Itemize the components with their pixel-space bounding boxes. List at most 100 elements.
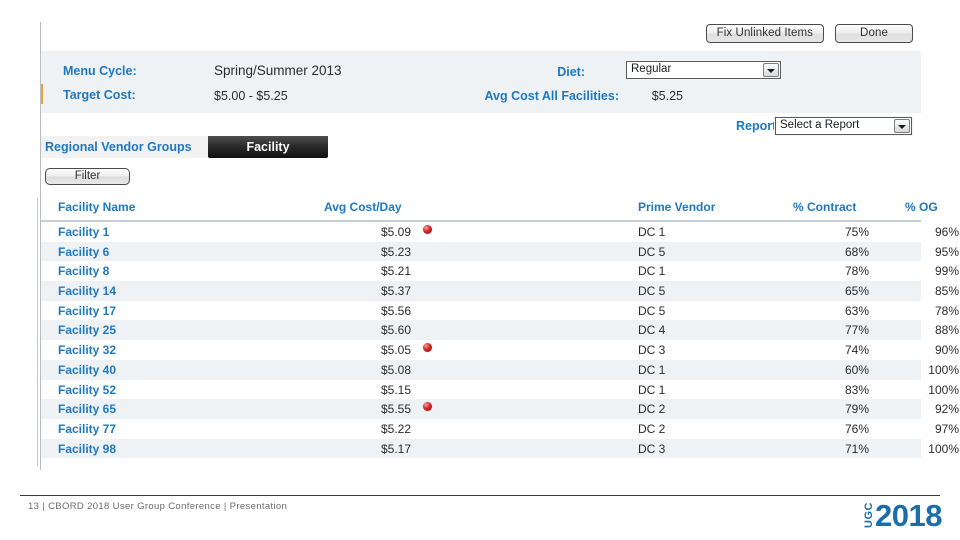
cell-pct-og: 100%: [928, 362, 959, 377]
table-header-row: Facility Name Avg Cost/Day Prime Vendor …: [41, 198, 938, 222]
cell-pct-og: 100%: [928, 382, 959, 397]
table-row[interactable]: Facility 6 $5.23 DC 5 68% 95%: [41, 241, 959, 262]
cell-alert-flag: [423, 363, 439, 372]
cell-pct-contract: 71%: [844, 441, 869, 456]
cell-alert-flag: [423, 422, 439, 431]
cell-prime-vendor: DC 1: [638, 382, 666, 397]
fix-unlinked-items-button[interactable]: Fix Unlinked Items: [705, 24, 824, 43]
column-header-pct-contract[interactable]: % Contract: [793, 200, 856, 214]
column-header-pct-og[interactable]: % OG: [905, 200, 938, 214]
cell-avg-cost-day: $5.37: [380, 284, 411, 299]
tab-underline: [41, 158, 921, 159]
cell-alert-flag: [423, 245, 439, 254]
cell-facility-name: Facility 17: [58, 303, 117, 318]
cell-alert-flag: [423, 442, 439, 451]
cell-avg-cost-day: $5.17: [380, 441, 411, 456]
table-row[interactable]: Facility 52 $5.15 DC 1 83% 100%: [41, 379, 959, 400]
cell-facility-name: Facility 77: [58, 421, 117, 436]
cell-pct-contract: 65%: [844, 284, 869, 299]
cell-pct-contract: 79%: [844, 402, 869, 417]
diet-label: Diet:: [557, 65, 585, 79]
menu-cycle-label: Menu Cycle:: [63, 64, 137, 78]
filter-button[interactable]: Filter: [45, 168, 130, 185]
cell-avg-cost-day: $5.56: [380, 303, 411, 318]
cell-prime-vendor: DC 3: [638, 343, 666, 358]
diet-select[interactable]: Regular: [625, 60, 782, 80]
cell-facility-name: Facility 1: [58, 225, 110, 239]
grid-left-rule: [37, 198, 38, 466]
avg-cost-all-facilities-value: $5.25: [651, 89, 683, 103]
menu-cycle-value: Spring/Summer 2013: [214, 63, 342, 78]
cell-pct-og: 90%: [934, 343, 959, 358]
cell-pct-og: 92%: [934, 402, 959, 417]
table-row[interactable]: Facility 40 $5.08 DC 1 60% 100%: [41, 359, 959, 380]
cell-pct-contract: 76%: [844, 421, 869, 436]
cell-facility-name: Facility 52: [58, 382, 117, 397]
chevron-down-icon[interactable]: [763, 63, 779, 77]
cell-facility-name: Facility 32: [58, 343, 117, 358]
cell-facility-name: Facility 98: [58, 441, 117, 456]
chevron-down-icon[interactable]: [894, 119, 910, 133]
footer-text: 13 | CBORD 2018 User Group Conference | …: [28, 501, 288, 512]
cell-prime-vendor: DC 1: [638, 225, 666, 239]
table-body: Facility 1 $5.09 DC 1 75% 96% Facility 6 $5.23…: [41, 222, 959, 459]
cell-pct-og: 97%: [934, 421, 959, 436]
alert-dot-icon: [423, 225, 432, 234]
cell-pct-contract: 63%: [844, 303, 869, 318]
cell-pct-og: 88%: [934, 323, 959, 338]
cell-facility-name: Facility 6: [58, 244, 110, 259]
table-row[interactable]: Facility 17 $5.56 DC 5 63% 78%: [41, 300, 959, 321]
logo-year: 2018: [875, 497, 942, 533]
column-header-facility-name[interactable]: Facility Name: [58, 200, 135, 214]
logo-ugc-mark: UGC: [863, 502, 876, 528]
diet-select-value: Regular: [631, 63, 672, 75]
report-select-value: Select a Report: [780, 119, 860, 131]
cell-prime-vendor: DC 2: [638, 421, 666, 436]
cell-facility-name: Facility 8: [58, 264, 110, 279]
cell-pct-og: 99%: [934, 264, 959, 279]
cell-alert-flag: [423, 402, 439, 412]
tab-regional-vendor-groups[interactable]: Regional Vendor Groups: [41, 136, 211, 158]
cell-pct-contract: 74%: [844, 343, 869, 358]
cell-pct-contract: 77%: [844, 323, 869, 338]
table-row[interactable]: Facility 32 $5.05 DC 3 74% 90%: [41, 340, 959, 360]
cell-prime-vendor: DC 5: [638, 284, 666, 299]
cell-pct-contract: 68%: [844, 244, 869, 259]
cell-facility-name: Facility 25: [58, 323, 117, 338]
target-cost-label: Target Cost:: [63, 88, 136, 102]
alert-dot-icon: [423, 402, 432, 412]
cell-pct-og: 100%: [928, 441, 959, 456]
application-window: Fix Unlinked Items Done Menu Cycle: Spri…: [24, 10, 959, 473]
table-row[interactable]: Facility 14 $5.37 DC 5 65% 85%: [41, 281, 959, 301]
cell-pct-contract: 75%: [844, 225, 869, 239]
tab-facility[interactable]: Facility: [208, 136, 328, 158]
cell-facility-name: Facility 65: [58, 402, 117, 417]
footer-divider: [20, 495, 940, 496]
cell-pct-contract: 60%: [844, 362, 869, 377]
column-header-prime-vendor[interactable]: Prime Vendor: [638, 200, 715, 214]
report-select[interactable]: Select a Report: [774, 116, 913, 136]
cell-avg-cost-day: $5.21: [380, 264, 411, 279]
cell-alert-flag: [423, 225, 439, 234]
target-cost-value: $5.00 - $5.25: [214, 89, 288, 103]
cell-avg-cost-day: $5.05: [380, 343, 411, 358]
cell-pct-contract: 78%: [844, 264, 869, 279]
window-toolbar: Fix Unlinked Items Done: [24, 24, 938, 48]
cell-avg-cost-day: $5.09: [380, 225, 411, 239]
cell-prime-vendor: DC 1: [638, 264, 666, 279]
column-header-avg-cost-day[interactable]: Avg Cost/Day: [324, 200, 402, 214]
table-row[interactable]: Facility 8 $5.21 DC 1 78% 99%: [41, 261, 959, 282]
cell-pct-contract: 83%: [844, 382, 869, 397]
cell-alert-flag: [423, 304, 439, 313]
table-row[interactable]: Facility 98 $5.17 DC 3 71% 100%: [41, 438, 959, 459]
table-row[interactable]: Facility 1 $5.09 DC 1 75% 96%: [41, 222, 959, 242]
table-row[interactable]: Facility 25 $5.60 DC 4 77% 88%: [41, 320, 959, 341]
cell-avg-cost-day: $5.15: [380, 382, 411, 397]
table-row[interactable]: Facility 65 $5.55 DC 2 79% 92%: [41, 399, 959, 419]
cell-avg-cost-day: $5.60: [380, 323, 411, 338]
table-row[interactable]: Facility 77 $5.22 DC 2 76% 97%: [41, 418, 959, 439]
done-button[interactable]: Done: [835, 24, 913, 43]
ugc-2018-logo: UGC 2018: [854, 497, 942, 533]
cell-prime-vendor: DC 5: [638, 303, 666, 318]
cell-avg-cost-day: $5.23: [380, 244, 411, 259]
